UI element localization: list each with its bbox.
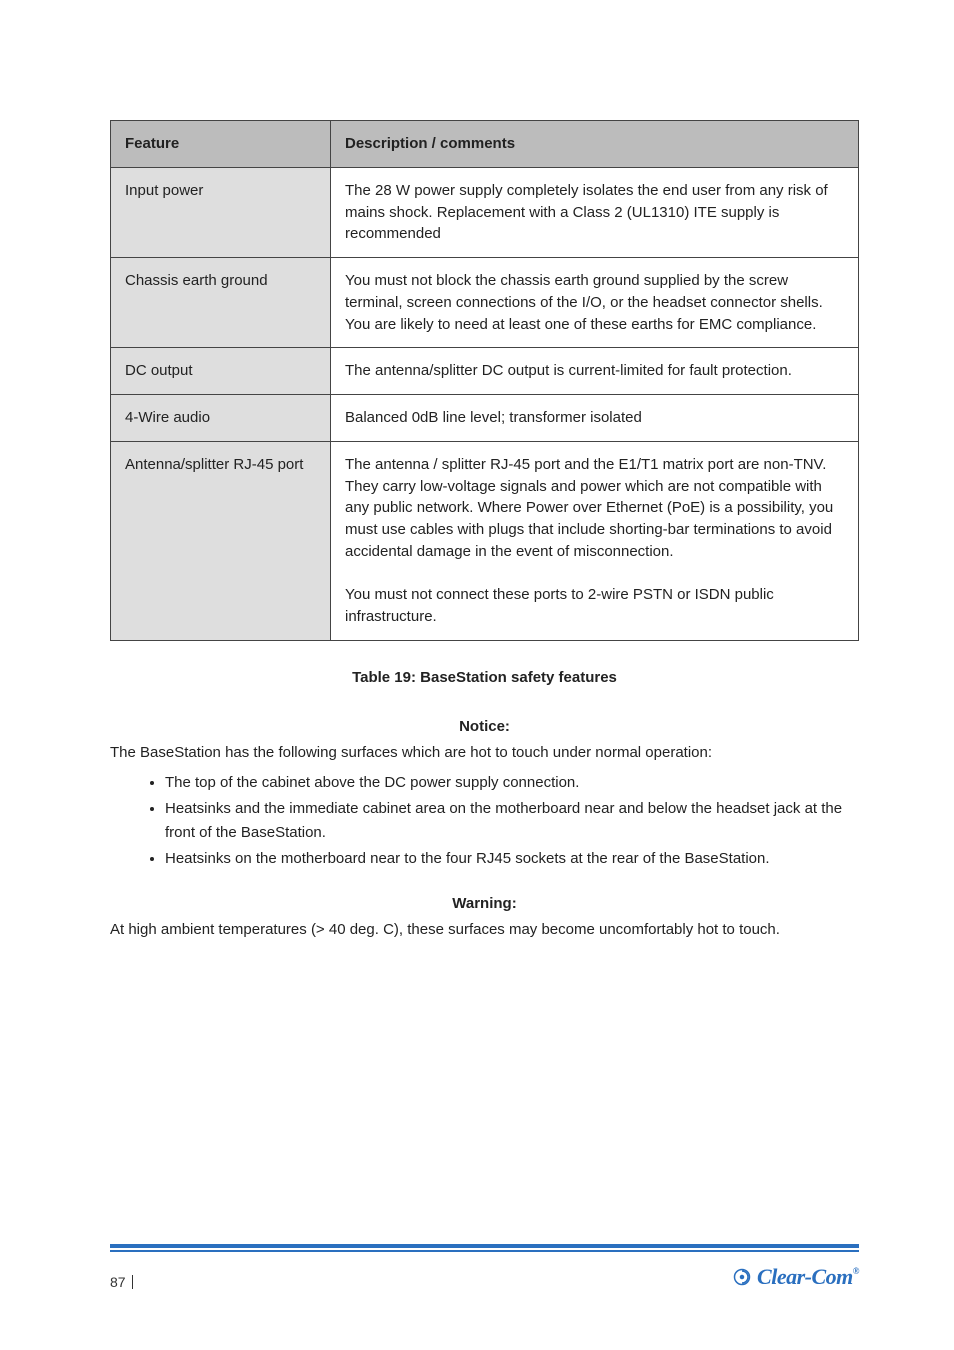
table-row: Input power The 28 W power supply comple… xyxy=(111,167,859,257)
row-value: The antenna/splitter DC output is curren… xyxy=(331,348,859,395)
row-value: Balanced 0dB line level; transformer iso… xyxy=(331,395,859,442)
table-row: Antenna/splitter RJ-45 port The antenna … xyxy=(111,441,859,640)
col-header-desc: Description / comments xyxy=(331,121,859,168)
brand-logo-icon xyxy=(733,1268,751,1286)
notice-bullets: The top of the cabinet above the DC powe… xyxy=(165,771,859,871)
row-label: DC output xyxy=(111,348,331,395)
list-item: The top of the cabinet above the DC powe… xyxy=(165,771,859,795)
row-label: Input power xyxy=(111,167,331,257)
footer-rule xyxy=(110,1244,859,1252)
row-label: Antenna/splitter RJ-45 port xyxy=(111,441,331,640)
warning-block: Warning: At high ambient temperatures (>… xyxy=(110,893,859,942)
spec-table: Feature Description / comments Input pow… xyxy=(110,120,859,641)
notice-text: The BaseStation has the following surfac… xyxy=(110,742,859,765)
col-header-feature: Feature xyxy=(111,121,331,168)
row-value: The antenna / splitter RJ-45 port and th… xyxy=(331,441,859,640)
brand-logo-text: Clear-Com® xyxy=(757,1264,859,1290)
page-number-value: 87 xyxy=(110,1274,126,1290)
warning-label: Warning: xyxy=(110,893,859,916)
list-item: Heatsinks on the motherboard near to the… xyxy=(165,847,859,871)
notice-block: Notice: The BaseStation has the followin… xyxy=(110,716,859,765)
row-value: The 28 W power supply completely isolate… xyxy=(331,167,859,257)
row-label: Chassis earth ground xyxy=(111,258,331,348)
brand-logo: Clear-Com® xyxy=(733,1264,859,1292)
table-row: 4-Wire audio Balanced 0dB line level; tr… xyxy=(111,395,859,442)
row-value: You must not block the chassis earth gro… xyxy=(331,258,859,348)
table-row: DC output The antenna/splitter DC output… xyxy=(111,348,859,395)
table-row: Chassis earth ground You must not block … xyxy=(111,258,859,348)
list-item: Heatsinks and the immediate cabinet area… xyxy=(165,797,859,845)
notice-label: Notice: xyxy=(110,716,859,739)
row-label: 4-Wire audio xyxy=(111,395,331,442)
warning-text: At high ambient temperatures (> 40 deg. … xyxy=(110,919,859,942)
page-number: 87 xyxy=(110,1274,139,1290)
table-caption: Table 19: BaseStation safety features xyxy=(110,669,859,686)
